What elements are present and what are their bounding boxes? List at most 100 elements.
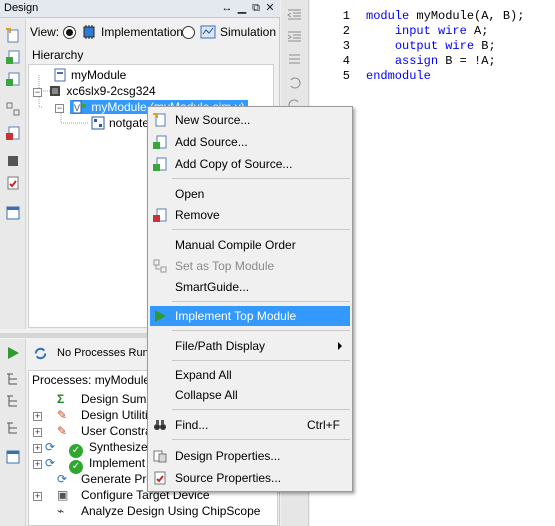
- add-copy-icon: [153, 157, 167, 171]
- menu-separator: [172, 360, 350, 361]
- close-icon[interactable]: ✕: [264, 2, 276, 15]
- hierarchy-tree-icon: [153, 259, 167, 273]
- device-config-icon: ▣: [57, 488, 69, 502]
- processes-label: Processes: myModule: [32, 373, 151, 387]
- panel-toggle-icon[interactable]: [5, 205, 21, 221]
- chip-icon: [50, 86, 61, 96]
- menu-remove[interactable]: Remove: [150, 205, 350, 225]
- binoculars-icon: [154, 420, 166, 430]
- menu-file-path-display[interactable]: File/Path Display: [150, 336, 350, 356]
- add-source-icon[interactable]: [5, 49, 21, 65]
- process-tree-icon-2[interactable]: [5, 394, 21, 410]
- svg-text:V: V: [74, 103, 80, 113]
- add-source-icon: [153, 135, 167, 149]
- collapse-toggle[interactable]: −: [33, 88, 42, 97]
- menu-separator: [172, 409, 350, 410]
- implementation-chip-icon: [83, 25, 95, 39]
- simulation-radio[interactable]: [182, 26, 195, 39]
- code-line[interactable]: endmodule: [366, 69, 431, 83]
- menu-new-source[interactable]: New Source...: [150, 110, 350, 130]
- comment-icon[interactable]: [287, 52, 302, 66]
- menu-set-top-module: Set as Top Module: [150, 256, 350, 276]
- expand-toggle[interactable]: +: [33, 412, 42, 421]
- menu-separator: [172, 439, 350, 440]
- tools-icon: ✎: [57, 408, 68, 422]
- simulation-icon: [200, 25, 216, 39]
- menu-add-source[interactable]: Add Source...: [150, 132, 350, 152]
- menu-separator: [172, 301, 350, 302]
- run-cycle-icon: ⟳: [45, 456, 56, 470]
- process-chipscope[interactable]: ⌁ Analyze Design Using ChipScope: [33, 504, 260, 520]
- sigma-icon: Σ: [57, 392, 65, 406]
- menu-collapse-all[interactable]: Collapse All: [150, 385, 350, 405]
- constraints-icon: ✎: [57, 424, 68, 438]
- run-cycle-icon: ⟳: [45, 440, 56, 454]
- chipscope-icon: ⌁: [57, 504, 65, 518]
- instance-icon: [91, 116, 105, 130]
- refresh-icon[interactable]: [33, 346, 48, 361]
- menu-separator: [172, 330, 350, 331]
- simulation-label[interactable]: Simulation: [220, 25, 276, 39]
- code-line[interactable]: output wire B;: [366, 39, 496, 53]
- tree-item-project[interactable]: myModule: [53, 68, 126, 84]
- process-design-utilities[interactable]: + ✎ Design Utilities: [33, 408, 160, 424]
- expand-toggle[interactable]: +: [33, 492, 42, 501]
- expand-toggle[interactable]: +: [33, 460, 42, 469]
- new-source-icon[interactable]: [5, 28, 21, 44]
- chip-toolbar-icon[interactable]: [5, 153, 21, 169]
- hierarchy-tree-icon[interactable]: [5, 101, 21, 117]
- panel-toggle-icon[interactable]: [5, 449, 21, 465]
- design-properties-icon: [153, 450, 167, 463]
- remove-icon: [153, 208, 167, 222]
- indent-left-icon[interactable]: [287, 8, 302, 22]
- bitfile-icon: ⟳: [57, 472, 68, 486]
- menu-source-properties[interactable]: Source Properties...: [150, 468, 350, 488]
- implementation-label[interactable]: Implementation: [101, 25, 183, 39]
- menu-add-copy-source[interactable]: Add Copy of Source...: [150, 154, 350, 174]
- process-tree-icon[interactable]: [5, 372, 21, 388]
- line-number: 3: [342, 39, 350, 53]
- menu-expand-all[interactable]: Expand All: [150, 365, 350, 385]
- expand-toggle[interactable]: +: [33, 428, 42, 437]
- menu-separator: [172, 178, 350, 179]
- menu-open[interactable]: Open: [150, 184, 350, 204]
- remove-source-icon[interactable]: [5, 125, 21, 141]
- project-icon: [54, 68, 66, 82]
- minimize-icon[interactable]: ▁: [236, 2, 248, 15]
- collapse-toggle[interactable]: −: [55, 104, 64, 113]
- tree-item-instance[interactable]: notgate: [91, 116, 149, 132]
- menu-separator: [172, 229, 350, 230]
- source-properties-icon: [154, 471, 166, 485]
- menu-design-properties[interactable]: Design Properties...: [150, 446, 350, 466]
- process-status-text: No Processes Running: [57, 347, 151, 359]
- restore-icon[interactable]: ⧉: [250, 2, 262, 15]
- tree-item-device[interactable]: − xc6slx9-2csg324: [33, 84, 156, 100]
- code-line[interactable]: input wire A;: [366, 24, 489, 38]
- properties-toolbar-icon[interactable]: [5, 175, 21, 191]
- float-arrows-icon[interactable]: ↔: [221, 2, 233, 15]
- line-number: 4: [342, 54, 350, 68]
- implementation-radio[interactable]: [63, 26, 76, 39]
- code-line[interactable]: module myModule(A, B);: [366, 9, 524, 23]
- line-number: 1: [342, 9, 350, 23]
- run-icon[interactable]: [5, 345, 21, 361]
- context-menu: New Source... Add Source... Add Copy of …: [147, 106, 353, 492]
- menu-find[interactable]: Find... Ctrl+F: [150, 415, 350, 435]
- menu-manual-compile-order[interactable]: Manual Compile Order: [150, 235, 350, 255]
- hierarchy-label: Hierarchy: [32, 48, 84, 62]
- new-source-icon: [153, 113, 166, 127]
- design-panel-header: Design ↔ ▁ ⧉ ✕: [0, 0, 280, 18]
- add-copy-icon[interactable]: [5, 71, 21, 87]
- process-tree-icon-3[interactable]: [5, 421, 21, 437]
- find-shortcut: Ctrl+F: [307, 418, 340, 432]
- line-number: 5: [342, 69, 350, 83]
- menu-implement-top-module[interactable]: Implement Top Module: [150, 306, 350, 326]
- code-line[interactable]: assign B = !A;: [366, 54, 496, 68]
- view-label: View:: [30, 25, 60, 39]
- expand-toggle[interactable]: +: [33, 444, 42, 453]
- submenu-arrow-icon: [338, 342, 342, 350]
- line-number: 2: [342, 24, 350, 38]
- menu-smartguide[interactable]: SmartGuide...: [150, 277, 350, 297]
- undo-icon[interactable]: [287, 76, 302, 90]
- indent-right-icon[interactable]: [287, 30, 302, 44]
